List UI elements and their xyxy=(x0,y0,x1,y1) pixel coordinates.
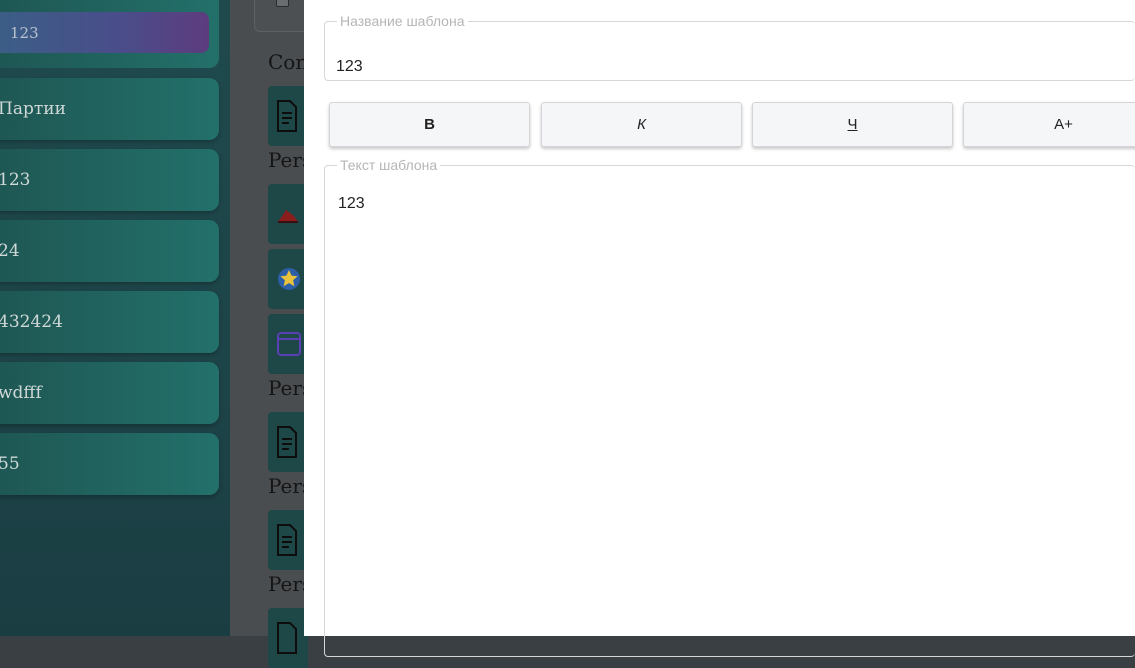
sidebar-item[interactable]: 432424 xyxy=(0,291,219,353)
document-card[interactable] xyxy=(268,608,308,668)
sidebar-item-label: wdfff xyxy=(0,383,42,403)
template-name-fieldset: Название шаблона xyxy=(324,13,1135,81)
hat-icon xyxy=(278,210,298,223)
sidebar-item[interactable]: Партии xyxy=(0,78,219,140)
italic-button[interactable]: К xyxy=(541,102,742,147)
sidebar-item[interactable]: 24 xyxy=(0,220,219,282)
template-modal: Название шаблона В К Ч А+ Текст шаблона … xyxy=(304,0,1135,657)
document-icon xyxy=(277,426,297,458)
sidebar-item[interactable]: wdfff xyxy=(0,362,219,424)
document-icon xyxy=(277,524,297,556)
star-card[interactable] xyxy=(268,249,308,309)
hat-card[interactable] xyxy=(268,184,308,244)
checkbox[interactable] xyxy=(276,0,289,7)
template-name-input[interactable] xyxy=(336,58,1096,76)
format-toolbar: В К Ч А+ xyxy=(329,102,1135,149)
sidebar-item-label: 24 xyxy=(0,241,20,261)
document-card[interactable] xyxy=(268,86,308,146)
sidebar-item-active[interactable]: 123 xyxy=(0,12,209,53)
template-name-label: Название шаблона xyxy=(340,13,465,29)
sidebar-item-label: 123 xyxy=(0,170,31,190)
template-text-label: Текст шаблона xyxy=(340,157,438,173)
font-size-increase-button[interactable]: А+ xyxy=(963,102,1135,147)
bold-button[interactable]: В xyxy=(329,102,530,147)
content-column: Con Pers Pers Pers Pers xyxy=(230,0,316,668)
sidebar-item[interactable]: 55 xyxy=(0,433,219,495)
document-card[interactable] xyxy=(268,412,308,472)
sidebar-item-label: 432424 xyxy=(0,312,63,332)
browser-window-icon xyxy=(277,332,301,356)
template-text-fieldset: Текст шаблона 123 xyxy=(324,157,1135,657)
template-text-input[interactable]: 123 xyxy=(338,195,1098,635)
window-card[interactable] xyxy=(268,314,308,374)
document-icon xyxy=(277,100,297,132)
section-heading: Con xyxy=(268,50,309,74)
sidebar-item-label: 123 xyxy=(10,23,39,42)
star-globe-icon xyxy=(278,268,300,290)
underline-button[interactable]: Ч xyxy=(752,102,953,147)
document-icon xyxy=(277,622,297,654)
document-card[interactable] xyxy=(268,510,308,570)
sidebar-item-label: 55 xyxy=(0,454,20,474)
sidebar: 123 Партии 123 24 432424 wdfff 55 xyxy=(0,0,230,636)
sidebar-item-label: Партии xyxy=(0,99,66,119)
sidebar-item[interactable]: 123 xyxy=(0,149,219,211)
